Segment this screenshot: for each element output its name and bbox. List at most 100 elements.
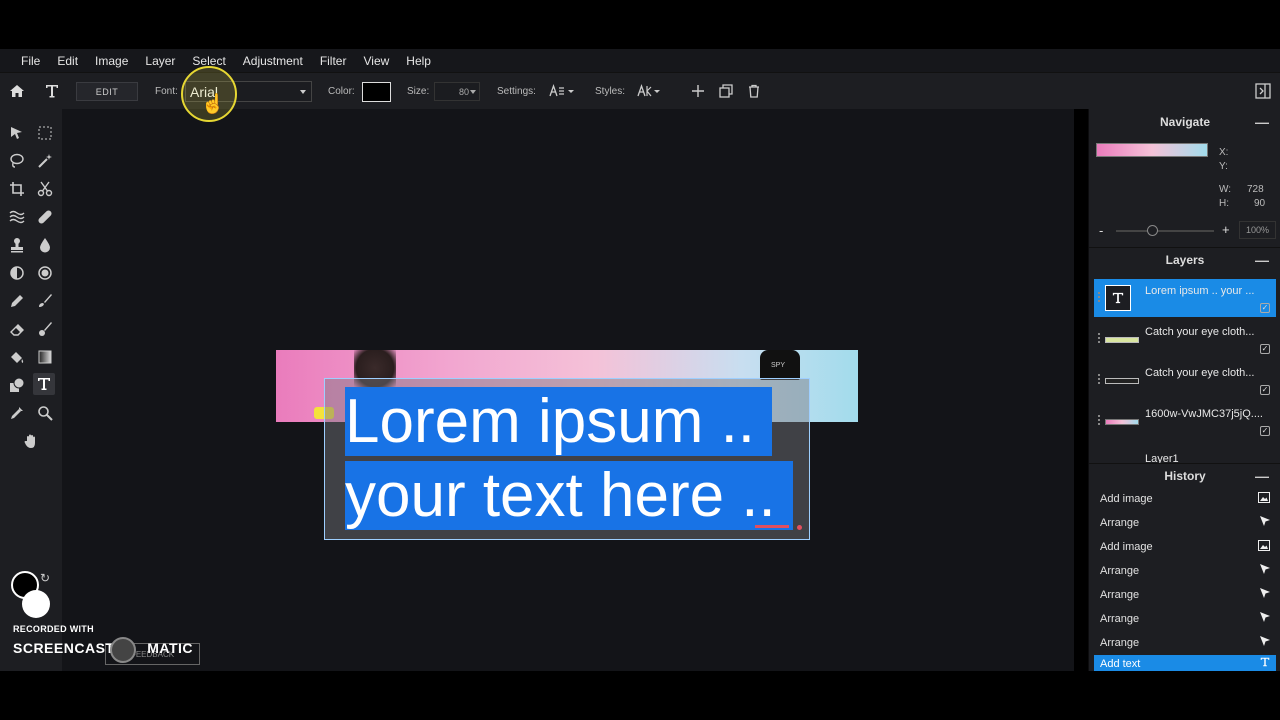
nav-w-value: 728 (1247, 184, 1264, 195)
styles-label: Styles: (595, 86, 626, 97)
lasso-icon[interactable] (6, 150, 28, 172)
navigate-title: Navigate (1159, 115, 1211, 129)
shape-icon[interactable] (6, 374, 28, 396)
blur-drop-icon[interactable] (34, 234, 56, 256)
text-line-2: your text here .. (345, 461, 793, 530)
trash-icon[interactable] (745, 82, 763, 100)
edit-button[interactable]: EDIT (76, 82, 138, 101)
magic-wand-icon[interactable] (34, 150, 56, 172)
collapse-icon[interactable]: — (1255, 114, 1269, 130)
liquify-icon[interactable] (6, 206, 28, 228)
history-label: Arrange (1100, 517, 1140, 529)
history-item[interactable]: Add image (1094, 487, 1276, 511)
text-resize-handle[interactable] (797, 525, 802, 530)
sponge-icon[interactable] (34, 262, 56, 284)
menu-edit[interactable]: Edit (57, 54, 78, 68)
pencil-icon[interactable] (6, 290, 28, 312)
color-label: Color: (328, 86, 355, 97)
layer-item[interactable]: 1600w-VwJMC37j5jQ.... ✓ (1094, 402, 1276, 440)
home-icon[interactable] (8, 82, 26, 100)
menu-view[interactable]: View (363, 54, 389, 68)
history-item[interactable]: Arrange (1094, 511, 1276, 535)
nav-h-label: H: (1219, 198, 1229, 209)
scissors-icon[interactable] (34, 178, 56, 200)
history-item[interactable]: Arrange (1094, 631, 1276, 655)
crop-icon[interactable] (6, 178, 28, 200)
menu-image[interactable]: Image (95, 54, 128, 68)
nav-x-label: X: (1219, 147, 1229, 158)
drag-handle-icon[interactable] (1098, 333, 1100, 343)
app-window: File Edit Image Layer Select Adjustment … (0, 0, 1280, 720)
text-styles-icon[interactable] (637, 82, 663, 100)
text-icon (1260, 657, 1270, 670)
dodge-burn-icon[interactable] (6, 262, 28, 284)
canvas-workspace[interactable]: SPY Lorem ipsum .. your text here .. (62, 109, 1074, 671)
history-item[interactable]: Arrange (1094, 607, 1276, 631)
eyedropper-icon[interactable] (6, 402, 28, 424)
align-settings-icon[interactable] (549, 82, 575, 100)
move-tool-icon[interactable] (6, 122, 28, 144)
zoom-icon[interactable] (34, 402, 56, 424)
eraser-icon[interactable] (6, 318, 28, 340)
arrow-cursor-icon (1260, 516, 1270, 530)
background-color-swatch[interactable] (22, 590, 50, 618)
text-tool-icon[interactable] (43, 82, 61, 100)
zoom-in-button[interactable]: + (1222, 222, 1230, 237)
panel-toggle-icon[interactable] (1254, 82, 1272, 100)
layer-thumb (1105, 378, 1139, 384)
text-layer-box[interactable]: Lorem ipsum .. your text here .. (324, 378, 810, 540)
layers-header: Layers — (1089, 247, 1280, 271)
marquee-select-icon[interactable] (34, 122, 56, 144)
menu-file[interactable]: File (21, 54, 40, 68)
collapse-icon[interactable]: — (1255, 252, 1269, 268)
zoom-slider[interactable] (1116, 230, 1214, 232)
collapse-icon[interactable]: — (1255, 468, 1269, 484)
nav-h-value: 90 (1254, 198, 1266, 209)
gradient-icon[interactable] (34, 346, 56, 368)
text-line-1: Lorem ipsum .. (345, 387, 773, 456)
hand-tool-icon[interactable] (20, 430, 42, 452)
visibility-checkbox-icon[interactable]: ✓ (1260, 303, 1270, 313)
history-item[interactable]: Add image (1094, 535, 1276, 559)
zoom-value-input[interactable]: 100% (1239, 221, 1276, 239)
zoom-slider-handle[interactable] (1147, 225, 1158, 236)
brush-icon[interactable] (34, 290, 56, 312)
text-layer-thumb-icon (1105, 285, 1131, 311)
healing-bandage-icon[interactable] (34, 206, 56, 228)
duplicate-icon[interactable] (717, 82, 735, 100)
layer-item[interactable]: Catch your eye cloth... ✓ (1094, 361, 1276, 399)
color-replace-icon[interactable] (34, 318, 56, 340)
zoom-out-button[interactable]: - (1099, 223, 1103, 238)
history-label: Arrange (1100, 613, 1140, 625)
font-size-input[interactable]: 80 (434, 82, 480, 101)
menu-adjustment[interactable]: Adjustment (243, 54, 303, 68)
arrow-cursor-icon (1260, 588, 1270, 602)
navigator-thumbnail[interactable] (1096, 143, 1208, 157)
font-label: Font: (155, 86, 178, 97)
menu-layer[interactable]: Layer (145, 54, 175, 68)
layer-item[interactable]: Lorem ipsum .. your ... ✓ (1094, 279, 1276, 317)
history-label: Add image (1100, 493, 1153, 505)
swap-colors-icon[interactable]: ↻ (40, 571, 50, 585)
visibility-checkbox-icon[interactable]: ✓ (1260, 426, 1270, 436)
arrow-cursor-icon (1260, 612, 1270, 626)
text-layer-content[interactable]: Lorem ipsum .. your text here .. (345, 385, 793, 533)
history-item[interactable]: Arrange (1094, 559, 1276, 583)
menu-help[interactable]: Help (406, 54, 431, 68)
add-icon[interactable] (689, 82, 707, 100)
drag-handle-icon[interactable] (1098, 374, 1100, 384)
layer-item[interactable]: Catch your eye cloth... ✓ (1094, 320, 1276, 358)
text-color-swatch[interactable] (362, 82, 391, 102)
history-item[interactable]: Arrange (1094, 583, 1276, 607)
visibility-checkbox-icon[interactable]: ✓ (1260, 385, 1270, 395)
menu-filter[interactable]: Filter (320, 54, 347, 68)
visibility-checkbox-icon[interactable]: ✓ (1260, 344, 1270, 354)
history-item-active[interactable]: Add text (1094, 655, 1276, 671)
history-title: History (1164, 468, 1206, 483)
layer-item[interactable]: Layer1 (1094, 443, 1276, 463)
clone-stamp-icon[interactable] (6, 234, 28, 256)
drag-handle-icon[interactable] (1098, 415, 1100, 425)
drag-handle-icon[interactable] (1098, 292, 1100, 302)
paint-bucket-icon[interactable] (6, 346, 28, 368)
type-tool-icon[interactable] (33, 373, 55, 395)
